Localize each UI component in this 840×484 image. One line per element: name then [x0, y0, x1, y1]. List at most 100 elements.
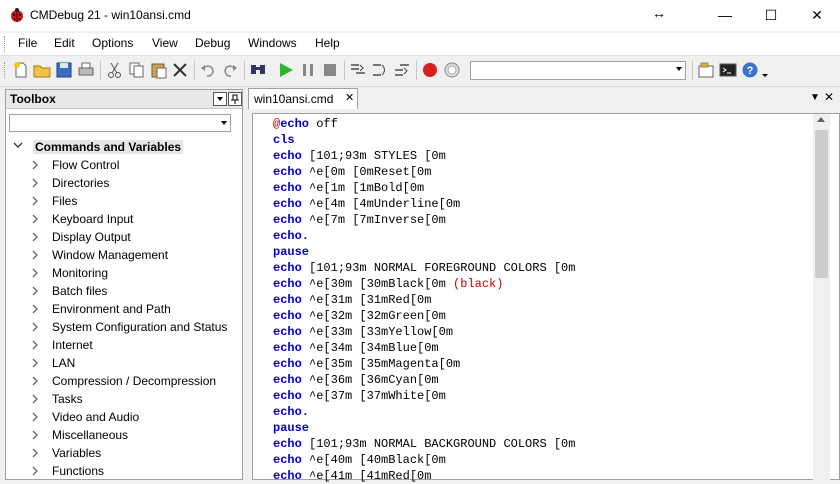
tree-item-label: Internet [52, 338, 93, 352]
code-keyword: echo [273, 197, 302, 211]
step-over-icon[interactable] [370, 60, 390, 80]
menu-file[interactable]: File [18, 36, 37, 50]
copy-icon[interactable] [127, 60, 147, 80]
tree-item[interactable]: Monitoring [6, 264, 242, 282]
scrollbar-thumb[interactable] [815, 130, 828, 278]
chevron-right-icon[interactable] [30, 357, 40, 369]
find-icon[interactable] [248, 60, 268, 80]
tab-label: win10ansi.cmd [254, 92, 334, 106]
chevron-right-icon[interactable] [30, 321, 40, 333]
editor-vertical-scrollbar[interactable] [813, 114, 830, 480]
step-into-icon[interactable] [348, 60, 368, 80]
toolbar-grip[interactable] [4, 62, 8, 78]
tree-item[interactable]: Miscellaneous [6, 426, 242, 444]
breakpoint-clear-icon[interactable] [442, 60, 462, 80]
tree-item[interactable]: Batch files [6, 282, 242, 300]
tree-item-label: Tasks [52, 392, 83, 406]
tab-close-icon[interactable]: ✕ [345, 91, 354, 104]
tree-item[interactable]: Video and Audio [6, 408, 242, 426]
chevron-right-icon[interactable] [30, 195, 40, 207]
toolbox-title: Toolbox [10, 92, 56, 106]
code-keyword: echo [273, 181, 302, 195]
undo-icon[interactable] [198, 60, 218, 80]
code-line: echo ^e[7m [7mInverse[0m [273, 212, 575, 228]
toolbar-separator [692, 60, 693, 80]
tree-item[interactable]: Directories [6, 174, 242, 192]
tree-item[interactable]: Functions [6, 462, 242, 480]
toolbar-combo[interactable] [470, 61, 686, 80]
close-document-icon[interactable]: ✕ [824, 90, 834, 104]
scroll-up-icon[interactable] [817, 117, 825, 122]
menu-windows[interactable]: Windows [248, 36, 297, 50]
menu-options[interactable]: Options [92, 36, 133, 50]
tree-item[interactable]: Compression / Decompression [6, 372, 242, 390]
tab-list-dropdown-icon[interactable]: ▼ [810, 92, 820, 103]
help-icon[interactable]: ? [740, 60, 760, 80]
tree-item[interactable]: Files [6, 192, 242, 210]
chevron-right-icon[interactable] [30, 177, 40, 189]
chevron-right-icon[interactable] [30, 159, 40, 171]
tree-item[interactable]: Window Management [6, 246, 242, 264]
tree-item[interactable]: Display Output [6, 228, 242, 246]
pause-icon[interactable] [298, 60, 318, 80]
menu-debug[interactable]: Debug [195, 36, 230, 50]
menu-view[interactable]: View [152, 36, 178, 50]
chevron-right-icon[interactable] [30, 231, 40, 243]
stop-icon[interactable] [320, 60, 340, 80]
code-line: echo [101;93m NORMAL FOREGROUND COLORS [… [273, 260, 575, 276]
toolbar-overflow-icon[interactable] [760, 60, 770, 80]
cut-icon[interactable] [105, 60, 125, 80]
properties-icon[interactable] [696, 60, 716, 80]
code-line: echo ^e[33m [33mYellow[0m [273, 324, 575, 340]
tab-win10ansi[interactable]: win10ansi.cmd ✕ [248, 88, 358, 109]
menu-help[interactable]: Help [315, 36, 340, 50]
step-out-icon[interactable] [392, 60, 412, 80]
print-icon[interactable] [76, 60, 96, 80]
chevron-right-icon[interactable] [30, 465, 40, 477]
chevron-right-icon[interactable] [30, 249, 40, 261]
menubar-grip[interactable] [4, 36, 8, 52]
save-icon[interactable] [54, 60, 74, 80]
delete-icon[interactable] [170, 60, 190, 80]
open-folder-icon[interactable] [32, 60, 52, 80]
chevron-right-icon[interactable] [30, 303, 40, 315]
minimize-button[interactable]: — [702, 0, 748, 31]
code-line: echo. [273, 228, 575, 244]
code-keyword: echo [280, 117, 310, 131]
chevron-right-icon[interactable] [30, 375, 40, 387]
pin-button[interactable] [228, 92, 242, 106]
new-file-icon[interactable] [11, 60, 31, 80]
toolbox-filter-combo[interactable] [9, 114, 231, 132]
tree-item[interactable]: System Configuration and Status [6, 318, 242, 336]
chevron-right-icon[interactable] [30, 267, 40, 279]
chevron-right-icon[interactable] [30, 339, 40, 351]
run-icon[interactable] [276, 60, 296, 80]
chevron-right-icon[interactable] [30, 447, 40, 459]
chevron-right-icon[interactable] [30, 393, 40, 405]
code-text: ^e[31m [31mRed[0m [301, 293, 432, 307]
tree-item[interactable]: Tasks [6, 390, 242, 408]
tree-item[interactable]: Variables [6, 444, 242, 462]
console-icon[interactable] [718, 60, 738, 80]
menu-edit[interactable]: Edit [54, 36, 75, 50]
expand-down-icon[interactable] [13, 140, 23, 150]
close-window-button[interactable]: ✕ [794, 0, 840, 31]
tree-item[interactable]: Keyboard Input [6, 210, 242, 228]
code-editor[interactable]: @echo off cls echo [101;93m STYLES [0m echo… [252, 113, 840, 483]
toolbar-separator [416, 60, 417, 80]
maximize-button[interactable]: ☐ [748, 0, 794, 31]
toolbox-menu-button[interactable] [213, 92, 227, 106]
record-icon[interactable] [420, 60, 440, 80]
chevron-down-icon[interactable] [676, 67, 682, 71]
chevron-right-icon[interactable] [30, 213, 40, 225]
chevron-down-icon[interactable] [220, 120, 228, 126]
chevron-right-icon[interactable] [30, 429, 40, 441]
redo-icon[interactable] [220, 60, 240, 80]
chevron-right-icon[interactable] [30, 285, 40, 297]
tree-item[interactable]: LAN [6, 354, 242, 372]
paste-icon[interactable] [149, 60, 169, 80]
tree-item[interactable]: Environment and Path [6, 300, 242, 318]
tree-item[interactable]: Flow Control [6, 156, 242, 174]
chevron-right-icon[interactable] [30, 411, 40, 423]
tree-item[interactable]: Internet [6, 336, 242, 354]
